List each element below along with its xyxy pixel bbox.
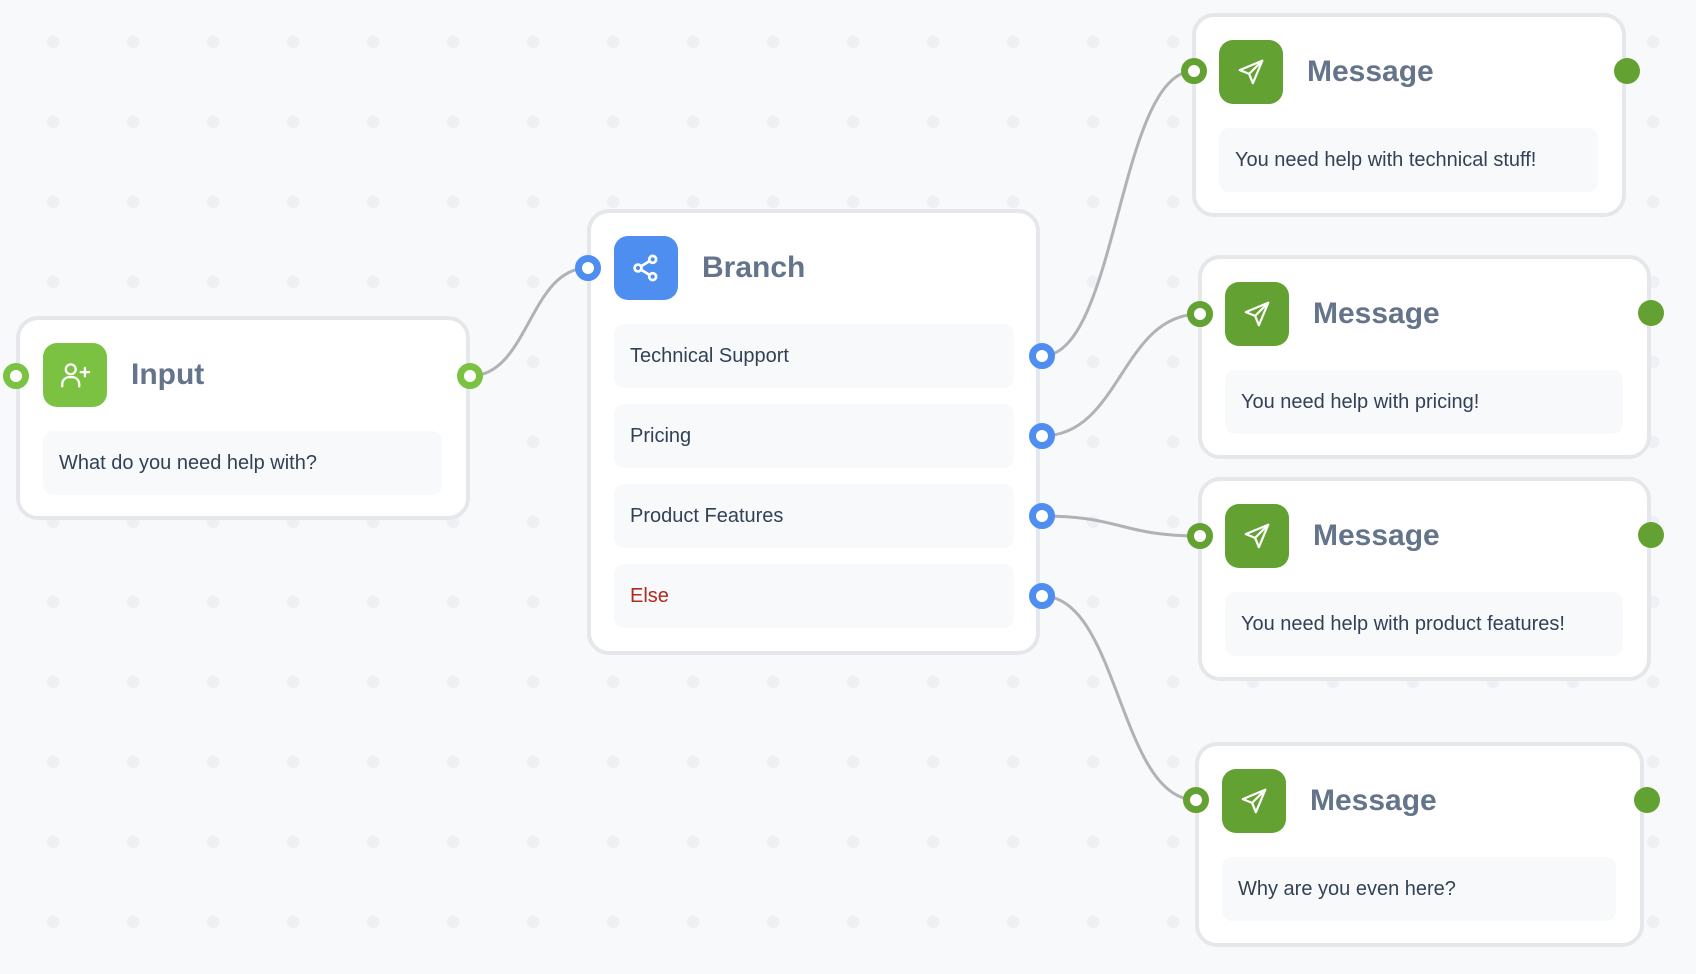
branch-node[interactable]: Branch Technical Support Pricing Product… <box>587 209 1040 655</box>
message-source-handle[interactable] <box>1638 300 1664 326</box>
node-header: Branch <box>614 236 805 300</box>
message-target-handle[interactable] <box>1187 301 1213 327</box>
node-header: Message <box>1219 40 1434 104</box>
send-icon <box>1222 769 1286 833</box>
input-node[interactable]: Input What do you need help with? <box>16 316 470 520</box>
message-text[interactable]: You need help with product features! <box>1225 592 1623 656</box>
branch-pricing-handle[interactable] <box>1029 423 1055 449</box>
branch-else-handle[interactable] <box>1029 583 1055 609</box>
edge-technical-support-to-message[interactable] <box>1041 69 1195 358</box>
branch-product-features-handle[interactable] <box>1029 503 1055 529</box>
message-target-handle[interactable] <box>1181 58 1207 84</box>
message-source-handle[interactable] <box>1614 58 1640 84</box>
message-text[interactable]: Why are you even here? <box>1222 857 1616 921</box>
node-header: Input <box>43 343 204 407</box>
edge-else-to-message[interactable] <box>1041 594 1197 802</box>
message-source-handle[interactable] <box>1634 787 1660 813</box>
message-target-handle[interactable] <box>1187 523 1213 549</box>
send-icon <box>1225 504 1289 568</box>
node-title: Message <box>1313 297 1440 330</box>
node-title: Branch <box>702 251 806 284</box>
send-icon <box>1225 282 1289 346</box>
message-text[interactable]: You need help with technical stuff! <box>1219 128 1598 192</box>
node-header: Message <box>1225 504 1440 568</box>
node-title: Input <box>131 358 205 391</box>
branch-technical-support-handle[interactable] <box>1029 343 1055 369</box>
input-node-target-handle[interactable] <box>3 363 29 389</box>
input-node-source-handle[interactable] <box>457 363 483 389</box>
message-text[interactable]: You need help with pricing! <box>1225 370 1623 434</box>
node-title: Message <box>1310 784 1437 817</box>
send-icon <box>1219 40 1283 104</box>
share-icon <box>614 236 678 300</box>
branch-option-pricing[interactable]: Pricing <box>614 404 1014 468</box>
branch-node-target-handle[interactable] <box>575 255 601 281</box>
message-node[interactable]: Message Why are you even here? <box>1195 742 1644 947</box>
branch-option-else[interactable]: Else <box>614 564 1014 628</box>
branch-option-product-features[interactable]: Product Features <box>614 484 1014 548</box>
node-title: Message <box>1313 519 1440 552</box>
user-plus-icon <box>43 343 107 407</box>
message-node[interactable]: Message You need help with pricing! <box>1198 255 1651 459</box>
edge-pricing-to-message[interactable] <box>1041 312 1201 438</box>
message-node[interactable]: Message You need help with product featu… <box>1198 477 1651 681</box>
message-target-handle[interactable] <box>1183 787 1209 813</box>
node-header: Message <box>1225 282 1440 346</box>
message-source-handle[interactable] <box>1638 522 1664 548</box>
node-header: Message <box>1222 769 1437 833</box>
edge-input-to-branch[interactable] <box>469 266 589 378</box>
input-prompt[interactable]: What do you need help with? <box>43 431 442 495</box>
node-title: Message <box>1307 55 1434 88</box>
branch-option-technical-support[interactable]: Technical Support <box>614 324 1014 388</box>
message-node[interactable]: Message You need help with technical stu… <box>1192 13 1626 217</box>
edge-product-features-to-message[interactable] <box>1041 514 1201 538</box>
